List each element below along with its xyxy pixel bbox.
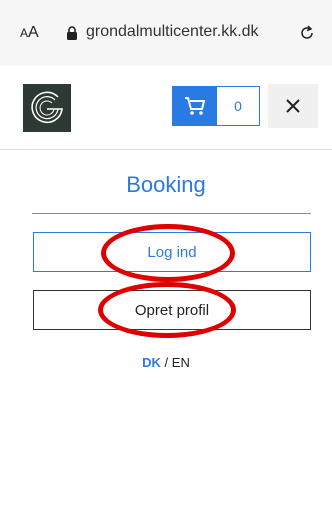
logo-g-icon bbox=[31, 91, 63, 124]
site-header: 0 bbox=[0, 66, 332, 150]
language-en-link[interactable]: EN bbox=[172, 355, 190, 370]
cart-icon-box bbox=[173, 87, 217, 125]
title-divider bbox=[32, 213, 311, 214]
create-profile-button[interactable]: Opret profil bbox=[33, 290, 311, 330]
browser-address-bar: AA grondalmulticenter.kk.dk bbox=[0, 0, 332, 66]
lock-icon bbox=[67, 26, 77, 40]
logo[interactable] bbox=[23, 84, 71, 132]
text-size-big-label: A bbox=[28, 24, 39, 41]
close-icon bbox=[286, 99, 300, 113]
text-size-small-label: A bbox=[20, 26, 29, 40]
reload-icon[interactable] bbox=[298, 24, 316, 42]
cart-count: 0 bbox=[234, 98, 242, 114]
text-size-button[interactable]: AA bbox=[20, 24, 39, 42]
cart-icon bbox=[185, 97, 206, 115]
page-title: Booking bbox=[126, 172, 206, 197]
language-switcher: DK / EN bbox=[0, 355, 332, 370]
login-button[interactable]: Log ind bbox=[33, 232, 311, 272]
language-separator: / bbox=[160, 355, 172, 370]
close-menu-button[interactable] bbox=[268, 84, 318, 128]
url-text[interactable]: grondalmulticenter.kk.dk bbox=[86, 23, 259, 41]
cart-button[interactable]: 0 bbox=[172, 86, 260, 126]
language-dk-link[interactable]: DK bbox=[142, 355, 161, 370]
